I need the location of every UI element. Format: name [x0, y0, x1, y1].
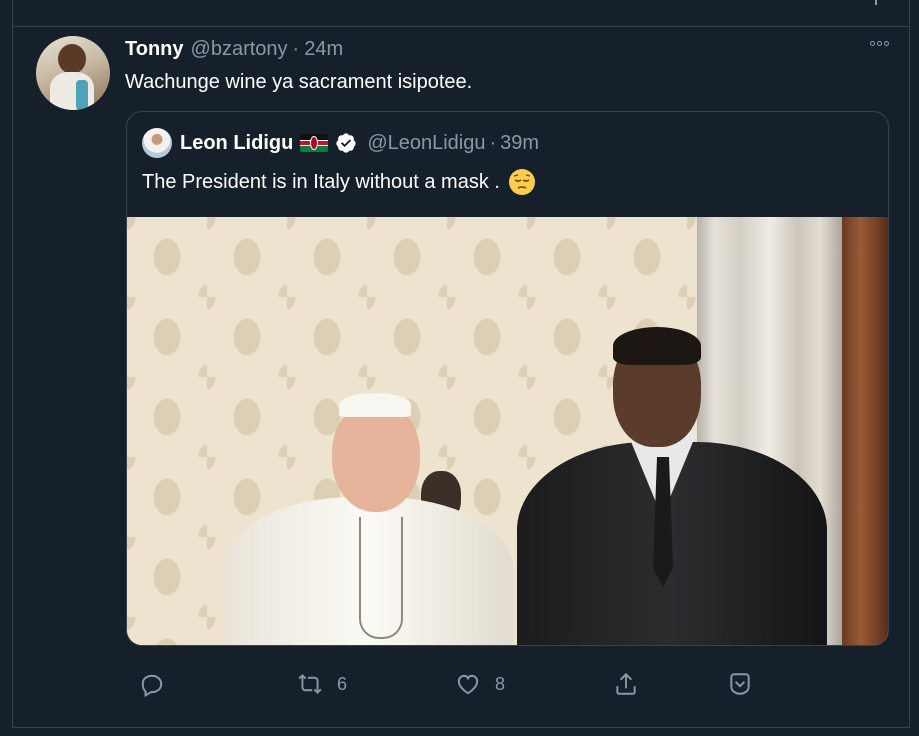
kenya-flag-icon	[300, 134, 329, 152]
retweet-icon	[298, 673, 322, 695]
share-button[interactable]	[613, 671, 639, 697]
quoted-tweet-header: Leon Lidigu @LeonLidigu · 39m	[142, 128, 539, 158]
like-button[interactable]: 8	[455, 671, 505, 697]
tweet-photo[interactable]	[127, 217, 888, 645]
quoted-author-handle[interactable]: @LeonLidigu	[367, 132, 485, 155]
wooden-door	[842, 217, 888, 645]
quoted-author-name[interactable]: Leon Lidigu	[180, 132, 293, 155]
tweet-header: Tonny @bzartony · 24m	[125, 38, 343, 61]
bookmark-icon	[730, 673, 750, 695]
previous-tweet-action-edge	[875, 0, 877, 5]
like-count: 8	[495, 673, 506, 694]
tweet-timestamp[interactable]: 24m	[304, 38, 343, 61]
quoted-separator-dot: ·	[489, 131, 497, 154]
person-hair-right	[613, 327, 701, 365]
avatar[interactable]	[36, 36, 110, 110]
white-skullcap	[339, 393, 411, 417]
quoted-timestamp[interactable]: 39m	[500, 132, 539, 155]
reply-button[interactable]	[139, 671, 179, 697]
quoted-tweet[interactable]: Leon Lidigu @LeonLidigu · 39m The Presid…	[126, 111, 889, 646]
tweet[interactable]: Tonny @bzartony · 24m Wachunge wine ya s…	[12, 27, 910, 727]
share-icon	[616, 672, 636, 695]
verified-icon	[335, 132, 357, 154]
retweet-button[interactable]: 6	[297, 671, 347, 697]
bookmark-button[interactable]	[727, 671, 753, 697]
like-icon	[457, 674, 479, 695]
retweet-count: 6	[337, 673, 348, 694]
person-face-left	[332, 402, 420, 512]
tweet-divider	[12, 727, 910, 728]
quoted-avatar[interactable]	[142, 128, 172, 158]
tweet-text: Wachunge wine ya sacrament isipotee.	[125, 71, 473, 93]
reply-icon	[141, 674, 163, 697]
more-options-icon[interactable]	[870, 41, 889, 46]
quoted-tweet-text: The President is in Italy without a mask…	[142, 170, 500, 193]
author-handle[interactable]: @bzartony	[191, 38, 288, 61]
author-name[interactable]: Tonny	[125, 38, 184, 61]
previous-tweet-edge	[12, 0, 910, 27]
pensive-face-emoji-icon	[508, 168, 536, 196]
pectoral-chain	[359, 517, 403, 639]
quoted-tweet-text-row: The President is in Italy without a mask…	[142, 168, 536, 196]
tweet-actions: 6 8	[125, 671, 865, 701]
separator-dot: ·	[292, 38, 300, 60]
